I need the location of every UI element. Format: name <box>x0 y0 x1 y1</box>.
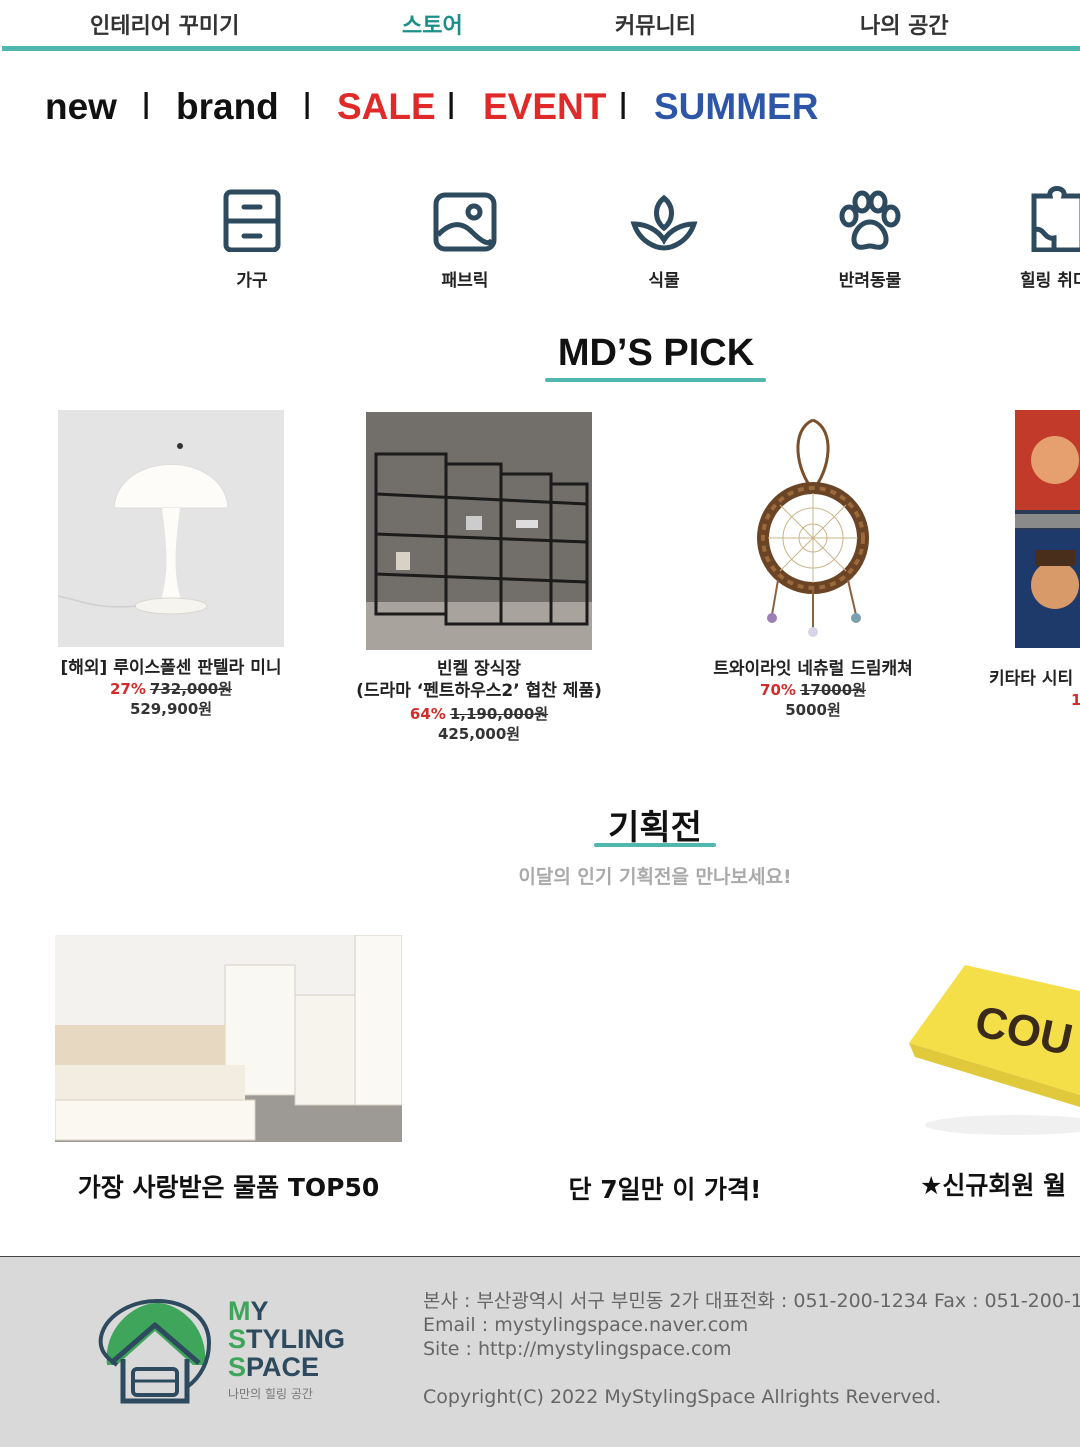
original-price: 17000원 <box>799 681 866 699</box>
product-image-shelf <box>366 412 592 650</box>
brand-wordmark: MY STYLING SPACE <box>228 1297 345 1381</box>
nav-store[interactable]: 스토어 <box>402 8 463 40</box>
email-line[interactable]: Email : mystylingspace.naver.com <box>423 1313 1080 1337</box>
exhibition-title: 기획전 <box>608 808 702 848</box>
promo-caption: ★신규회원 월 <box>920 1171 1067 1200</box>
category-fabric[interactable]: 패브릭 <box>395 180 535 291</box>
top-navigation: 인테리어 꾸미기 스토어 커뮤니티 나의 공간 <box>0 0 1080 54</box>
nav-underline-bar <box>2 46 1080 51</box>
subnav-event[interactable]: EVENT <box>483 86 606 128</box>
logo-line-space: SPACE <box>228 1352 320 1382</box>
nav-my-space[interactable]: 나의 공간 <box>860 8 949 40</box>
sale-price: 529,900원 <box>129 700 213 718</box>
promo-card[interactable]: 단 7일만 이 가격! <box>470 935 865 1206</box>
subnav-separator: l <box>142 86 151 127</box>
address-line: 본사 : 부산광역시 서구 부민동 2가 대표전화 : 051-200-1234… <box>423 1290 1080 1312</box>
puzzle-icon <box>1031 186 1080 252</box>
category-row: 가구 패브릭 식물 반려동물 힐링 취미 <box>0 180 1080 300</box>
discount-rate: 1 <box>1071 691 1080 709</box>
original-price: 1,190,000원 <box>449 705 549 723</box>
discount-rate: 64% <box>409 705 446 723</box>
promo-image-coupon: COU <box>905 935 1080 1142</box>
nav-interior[interactable]: 인테리어 꾸미기 <box>90 8 239 40</box>
subnav-sale[interactable]: SALE <box>337 86 436 128</box>
subnav-brand[interactable]: brand <box>176 86 279 128</box>
subnav-separator: l <box>447 86 456 127</box>
category-label: 식물 <box>648 271 680 291</box>
site-line[interactable]: Site : http://mystylingspace.com <box>423 1337 1080 1361</box>
subnav-separator: l <box>303 86 312 127</box>
logo-line-my: MY <box>228 1296 269 1326</box>
paw-icon <box>839 190 901 250</box>
product-image-dreamcatcher <box>700 410 926 648</box>
logo-tagline: 나만의 힐링 공간 <box>228 1387 313 1401</box>
category-label: 힐링 취미 <box>1020 271 1080 291</box>
category-plants[interactable]: 식물 <box>594 180 734 291</box>
product-image-lamp <box>58 410 284 647</box>
exhibition-subtitle: 이달의 인기 기획전을 만나보세요! <box>518 866 792 888</box>
original-price: 732,000원 <box>149 680 233 698</box>
category-healing-hobby[interactable]: 힐링 취미 <box>990 180 1080 291</box>
product-image-pop-art <box>1015 410 1080 648</box>
subnav-separator: l <box>619 86 628 127</box>
plant-icon <box>630 194 698 251</box>
sale-price: 5000원 <box>785 701 841 719</box>
promo-card[interactable]: 가장 사랑받은 물품 TOP50 <box>55 935 402 1204</box>
category-pets[interactable]: 반려동물 <box>800 180 940 291</box>
image-icon <box>433 192 497 252</box>
product-name: 빈켈 장식장 (드라마 ‘펜트하우스2’ 협찬 제품) <box>356 659 602 701</box>
promo-card[interactable]: COU ★신규회원 월 <box>905 935 1080 1202</box>
title-underline <box>545 378 766 382</box>
category-label: 반려동물 <box>838 271 902 291</box>
promo-caption: 단 7일만 이 가격! <box>568 1175 762 1204</box>
nav-community[interactable]: 커뮤니티 <box>615 8 696 40</box>
product-name: 트와이라잇 네츄럴 드림캐쳐 <box>713 659 913 679</box>
category-label: 가구 <box>236 271 268 291</box>
product-card[interactable]: 빈켈 장식장 (드라마 ‘펜트하우스2’ 협찬 제품) 64% 1,190,000… <box>354 412 604 744</box>
discount-rate: 27% <box>109 680 146 698</box>
company-info: 본사 : 부산광역시 서구 부민동 2가 대표전화 : 051-200-1234… <box>423 1289 1080 1409</box>
title-underline <box>594 843 716 847</box>
promo-image-blank <box>470 935 817 1142</box>
discount-rate: 70% <box>760 681 796 699</box>
category-label: 패브릭 <box>441 271 489 291</box>
house-sofa-logo-icon <box>98 1298 212 1404</box>
product-card[interactable]: [해외] 루이스폴센 판텔라 미니 27% 732,000원 529,900원 <box>46 410 296 719</box>
sale-price: 425,000원 <box>437 725 521 743</box>
mds-pick-title: MD’S PICK <box>557 332 755 374</box>
promo-caption: 가장 사랑받은 물품 TOP50 <box>77 1173 380 1202</box>
subnav-new[interactable]: new <box>45 86 117 128</box>
product-card[interactable]: 트와이라잇 네츄럴 드림캐쳐 70% 17000원 5000원 <box>688 410 938 720</box>
promo-image-bedroom <box>55 935 402 1142</box>
logo-line-styling: STYLING <box>228 1324 346 1354</box>
copyright: Copyright(C) 2022 MyStylingSpace Allrigh… <box>423 1386 942 1408</box>
product-card[interactable]: 키타타 시티 1 <box>985 410 1080 710</box>
subnav-summer[interactable]: SUMMER <box>654 86 818 128</box>
product-name: 키타타 시티 <box>989 669 1074 689</box>
category-furniture[interactable]: 가구 <box>182 180 322 291</box>
product-name: [해외] 루이스폴센 판텔라 미니 <box>60 658 282 678</box>
footer: MY STYLING SPACE 나만의 힐링 공간 본사 : 부산광역시 서구… <box>0 1256 1080 1447</box>
drawer-icon <box>223 189 281 252</box>
